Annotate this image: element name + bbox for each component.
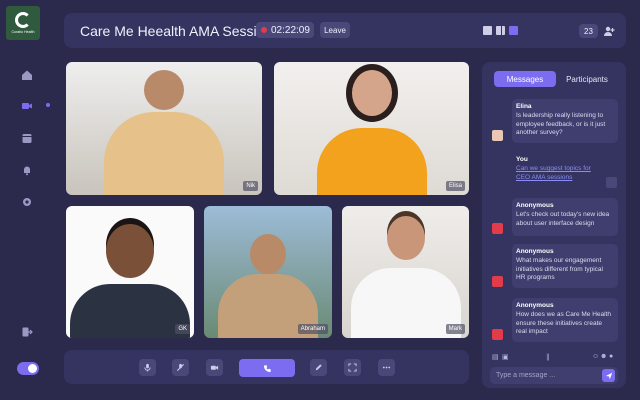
chat-message: Anonymous How does we as Care Me Health … xyxy=(512,298,618,342)
message-sender: You xyxy=(516,156,528,163)
participant-name: Abraham xyxy=(297,324,328,334)
message-text: Is leadership really listening to employ… xyxy=(516,112,606,136)
chat-panel: Messages Participants Elina Is leadershi… xyxy=(482,62,626,388)
message-input-placeholder: Type a message ... xyxy=(496,372,556,379)
calendar-icon[interactable] xyxy=(21,132,33,144)
participant-name: Mark xyxy=(445,324,465,334)
session-header: Care Me Heealth AMA Session 02:22:09 Lea… xyxy=(64,13,626,48)
message-sender: Elina xyxy=(516,103,532,110)
audio-icon[interactable]: ∥ xyxy=(546,353,550,361)
chat-message: Anonymous What makes our engagement init… xyxy=(512,244,618,288)
participant-name: Elisa xyxy=(445,181,465,191)
more-icon[interactable] xyxy=(378,359,395,376)
video-icon[interactable] xyxy=(21,100,33,112)
logout-icon[interactable] xyxy=(21,326,33,338)
tab-participants[interactable]: Participants xyxy=(556,71,618,87)
avatar xyxy=(492,329,503,340)
participant-face xyxy=(144,70,184,110)
message-text: What makes our engagement initiatives di… xyxy=(516,257,603,281)
message-text: Let's check out today's new idea about u… xyxy=(516,211,610,227)
fullscreen-icon[interactable] xyxy=(344,359,361,376)
video-tile[interactable]: GK xyxy=(66,206,194,338)
video-tile[interactable]: Abraham xyxy=(204,206,332,338)
timer-text: 02:22:09 xyxy=(271,24,310,36)
participant-name: Nik xyxy=(243,181,258,191)
participant-face xyxy=(386,216,425,260)
leave-button[interactable]: Leave xyxy=(320,22,350,38)
mute-icon[interactable] xyxy=(172,359,189,376)
layout-single-icon[interactable] xyxy=(483,26,492,35)
camera-icon[interactable] xyxy=(206,359,223,376)
bell-icon[interactable] xyxy=(21,164,33,176)
microphone-icon[interactable] xyxy=(139,359,156,376)
send-icon xyxy=(605,372,612,379)
participant-body xyxy=(350,268,461,338)
record-icon xyxy=(261,27,267,33)
participant-face xyxy=(351,70,392,116)
edit-icon[interactable] xyxy=(310,359,327,376)
add-participant-icon[interactable] xyxy=(603,24,615,36)
theme-moon-icon xyxy=(28,364,37,373)
video-tile[interactable]: Mark xyxy=(342,206,469,338)
call-controls xyxy=(64,350,469,384)
message-link[interactable]: Can we suggest topics for CEO AMA sessio… xyxy=(516,165,602,182)
logo-mark xyxy=(15,12,31,28)
video-tile[interactable]: Elisa xyxy=(274,62,469,195)
sticker-icon[interactable]: ☻ xyxy=(600,353,607,360)
avatar xyxy=(606,177,617,188)
message-input[interactable]: Type a message ... xyxy=(490,367,618,384)
phone-icon xyxy=(263,364,271,372)
gif-icon[interactable]: ● xyxy=(609,353,613,360)
page-title: Care Me Heealth AMA Session xyxy=(80,23,273,39)
active-indicator xyxy=(46,103,50,107)
session-timer: 02:22:09 xyxy=(256,22,314,38)
video-tile[interactable]: Nik xyxy=(66,62,262,195)
phone-button[interactable] xyxy=(239,359,295,377)
chat-message-own: You Can we suggest topics for CEO AMA se… xyxy=(512,152,606,187)
app-logo[interactable]: Curatio Health xyxy=(6,6,40,40)
chat-tabs: Messages Participants xyxy=(494,71,618,87)
avatar xyxy=(492,130,503,141)
send-button[interactable] xyxy=(602,369,615,382)
message-sender: Anonymous xyxy=(516,202,554,209)
message-sender: Anonymous xyxy=(516,248,554,255)
document-icon[interactable]: ▤ xyxy=(492,353,499,361)
sidebar: Curatio Health xyxy=(0,0,54,400)
avatar xyxy=(492,276,503,287)
chat-message: Anonymous Let's check out today's new id… xyxy=(512,198,618,236)
logo-text: Curatio Health xyxy=(11,30,35,34)
participant-face xyxy=(106,224,154,278)
participant-body xyxy=(316,128,427,195)
settings-icon[interactable] xyxy=(21,196,33,208)
avatar xyxy=(492,223,503,234)
participant-face xyxy=(250,234,286,274)
layout-grid-icon[interactable] xyxy=(509,26,518,35)
emoji-icon[interactable]: ☺ xyxy=(592,353,599,360)
participant-body xyxy=(104,112,224,195)
chat-toolbar: ▤ ▣ ∥ ☺ ☻ ● xyxy=(492,353,620,363)
layout-split-icon[interactable] xyxy=(496,26,505,35)
tab-messages[interactable]: Messages xyxy=(494,71,556,87)
participant-name: GK xyxy=(175,324,190,334)
participant-body xyxy=(70,284,190,338)
chat-message: Elina Is leadership really listening to … xyxy=(512,99,618,143)
image-icon[interactable]: ▣ xyxy=(502,353,509,361)
participant-count: 23 xyxy=(579,24,598,38)
message-text: How does we as Care Me Health ensure the… xyxy=(516,311,612,335)
home-icon[interactable] xyxy=(21,69,33,81)
message-sender: Anonymous xyxy=(516,302,554,309)
theme-toggle[interactable] xyxy=(17,362,39,375)
